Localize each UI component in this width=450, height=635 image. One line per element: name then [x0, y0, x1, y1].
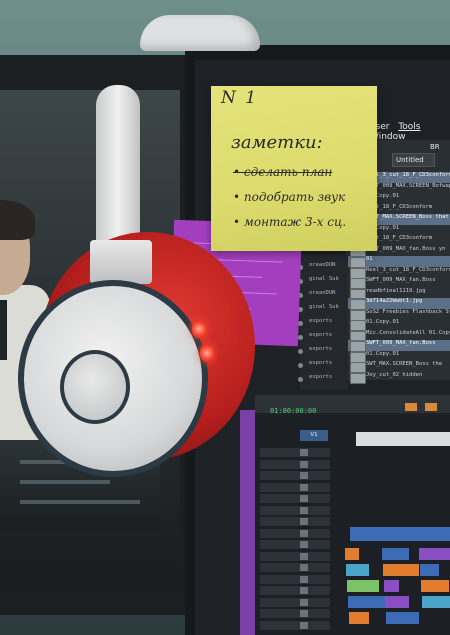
headphone-cup-button: [60, 350, 130, 424]
timeline-track-header[interactable]: [260, 609, 330, 618]
timeline-button[interactable]: [405, 403, 417, 411]
led-indicator: [200, 344, 214, 362]
timeline-track-header[interactable]: [260, 528, 330, 538]
list-bullet-icon: [298, 349, 303, 354]
timeline-track-header[interactable]: [260, 574, 330, 584]
track-toggle[interactable]: [300, 483, 308, 491]
track-toggle[interactable]: [300, 587, 308, 594]
list-bullet-icon: [298, 363, 303, 368]
timeline-clip[interactable]: [386, 612, 419, 624]
bin-name: BR: [430, 143, 440, 151]
note-title: заметки:: [231, 132, 323, 153]
bin-item[interactable]: exports: [301, 346, 355, 356]
timeline-track-header[interactable]: [260, 563, 330, 572]
photo-scene: oser Tools Window BR Untitled Reel_3_cut…: [0, 0, 450, 635]
note-number: N 1: [221, 88, 259, 108]
menu-bar: oser Tools Window: [370, 122, 450, 142]
bin-item[interactable]: exports: [301, 360, 355, 370]
timeline-track-header[interactable]: [260, 551, 330, 561]
timeline-track-header[interactable]: [260, 482, 330, 492]
note-item: • сделать план: [233, 165, 333, 179]
track-toggle[interactable]: [300, 472, 308, 479]
list-bullet-icon: [298, 377, 303, 382]
note-item: • подобрать звук: [233, 190, 346, 204]
timeline-clip[interactable]: [385, 596, 409, 608]
bin-item[interactable]: ginal Sub: [301, 276, 355, 286]
timeline-clip[interactable]: [422, 596, 450, 608]
timeline-clip[interactable]: [421, 580, 449, 592]
timeline-track-header[interactable]: [260, 540, 330, 549]
track-selector[interactable]: V1: [300, 430, 328, 441]
timeline-clip[interactable]: [346, 564, 369, 576]
timeline-track-header[interactable]: [260, 494, 330, 503]
bin-view-dropdown[interactable]: Untitled: [392, 153, 435, 167]
timeline-clip[interactable]: [345, 548, 359, 560]
timeline-track-header[interactable]: [260, 586, 330, 595]
list-bullet-icon: [298, 335, 303, 340]
timeline-clip[interactable]: [419, 548, 450, 560]
track-toggle[interactable]: [300, 529, 308, 537]
timeline-track-header[interactable]: [260, 517, 330, 526]
track-toggle[interactable]: [300, 564, 308, 571]
note-item: • монтаж 3-х сц.: [233, 215, 347, 229]
track-toggle[interactable]: [300, 541, 308, 548]
timeline-track-header[interactable]: [260, 597, 330, 607]
track-toggle[interactable]: [300, 449, 308, 456]
timeline-track-header[interactable]: [260, 505, 330, 515]
track-toggle[interactable]: [300, 495, 308, 502]
timeline-white-segment: [356, 432, 450, 446]
dropdown-value: Untitled: [396, 156, 424, 164]
list-bullet-icon: [298, 321, 303, 326]
track-toggle[interactable]: [300, 598, 308, 606]
bin-item[interactable]: ginal Sub: [301, 304, 355, 314]
track-toggle[interactable]: [300, 552, 308, 560]
timeline-track-header[interactable]: [260, 471, 330, 480]
headphone-band-top: [140, 15, 260, 51]
timeline-track-header[interactable]: [260, 448, 330, 457]
bin-item[interactable]: oreanDUN: [301, 290, 355, 300]
headphone-slider: [90, 240, 152, 284]
timeline-button[interactable]: [425, 403, 437, 411]
track-toggle[interactable]: [300, 610, 308, 617]
timeline-clip[interactable]: [382, 548, 409, 560]
timecode-display: 01:00:00:00: [270, 407, 317, 415]
track-toggle[interactable]: [300, 575, 308, 583]
timeline-clip[interactable]: [348, 596, 389, 608]
bin-item[interactable]: exports: [301, 374, 355, 384]
led-indicator: [192, 320, 206, 338]
bin-item[interactable]: oreanDUN: [301, 262, 355, 272]
timeline-track-header[interactable]: [260, 459, 330, 469]
timeline-clip[interactable]: [383, 564, 419, 576]
timeline-clip[interactable]: [347, 580, 379, 592]
menu-item-tools[interactable]: Tools: [398, 122, 420, 132]
timeline-blue-band: [350, 527, 450, 541]
timeline-track-header[interactable]: [260, 620, 330, 630]
timeline-clip[interactable]: [420, 564, 439, 576]
track-toggle[interactable]: [300, 506, 308, 514]
track-toggle[interactable]: [300, 621, 308, 629]
track-toggle[interactable]: [300, 460, 308, 468]
timeline-clip[interactable]: [384, 580, 399, 592]
track-toggle[interactable]: [300, 518, 308, 525]
person-tie: [0, 300, 7, 360]
bin-item[interactable]: exports: [301, 332, 355, 342]
timeline-clip[interactable]: [349, 612, 369, 624]
bin-item[interactable]: exports: [301, 318, 355, 328]
purple-track-strip: [240, 410, 255, 635]
